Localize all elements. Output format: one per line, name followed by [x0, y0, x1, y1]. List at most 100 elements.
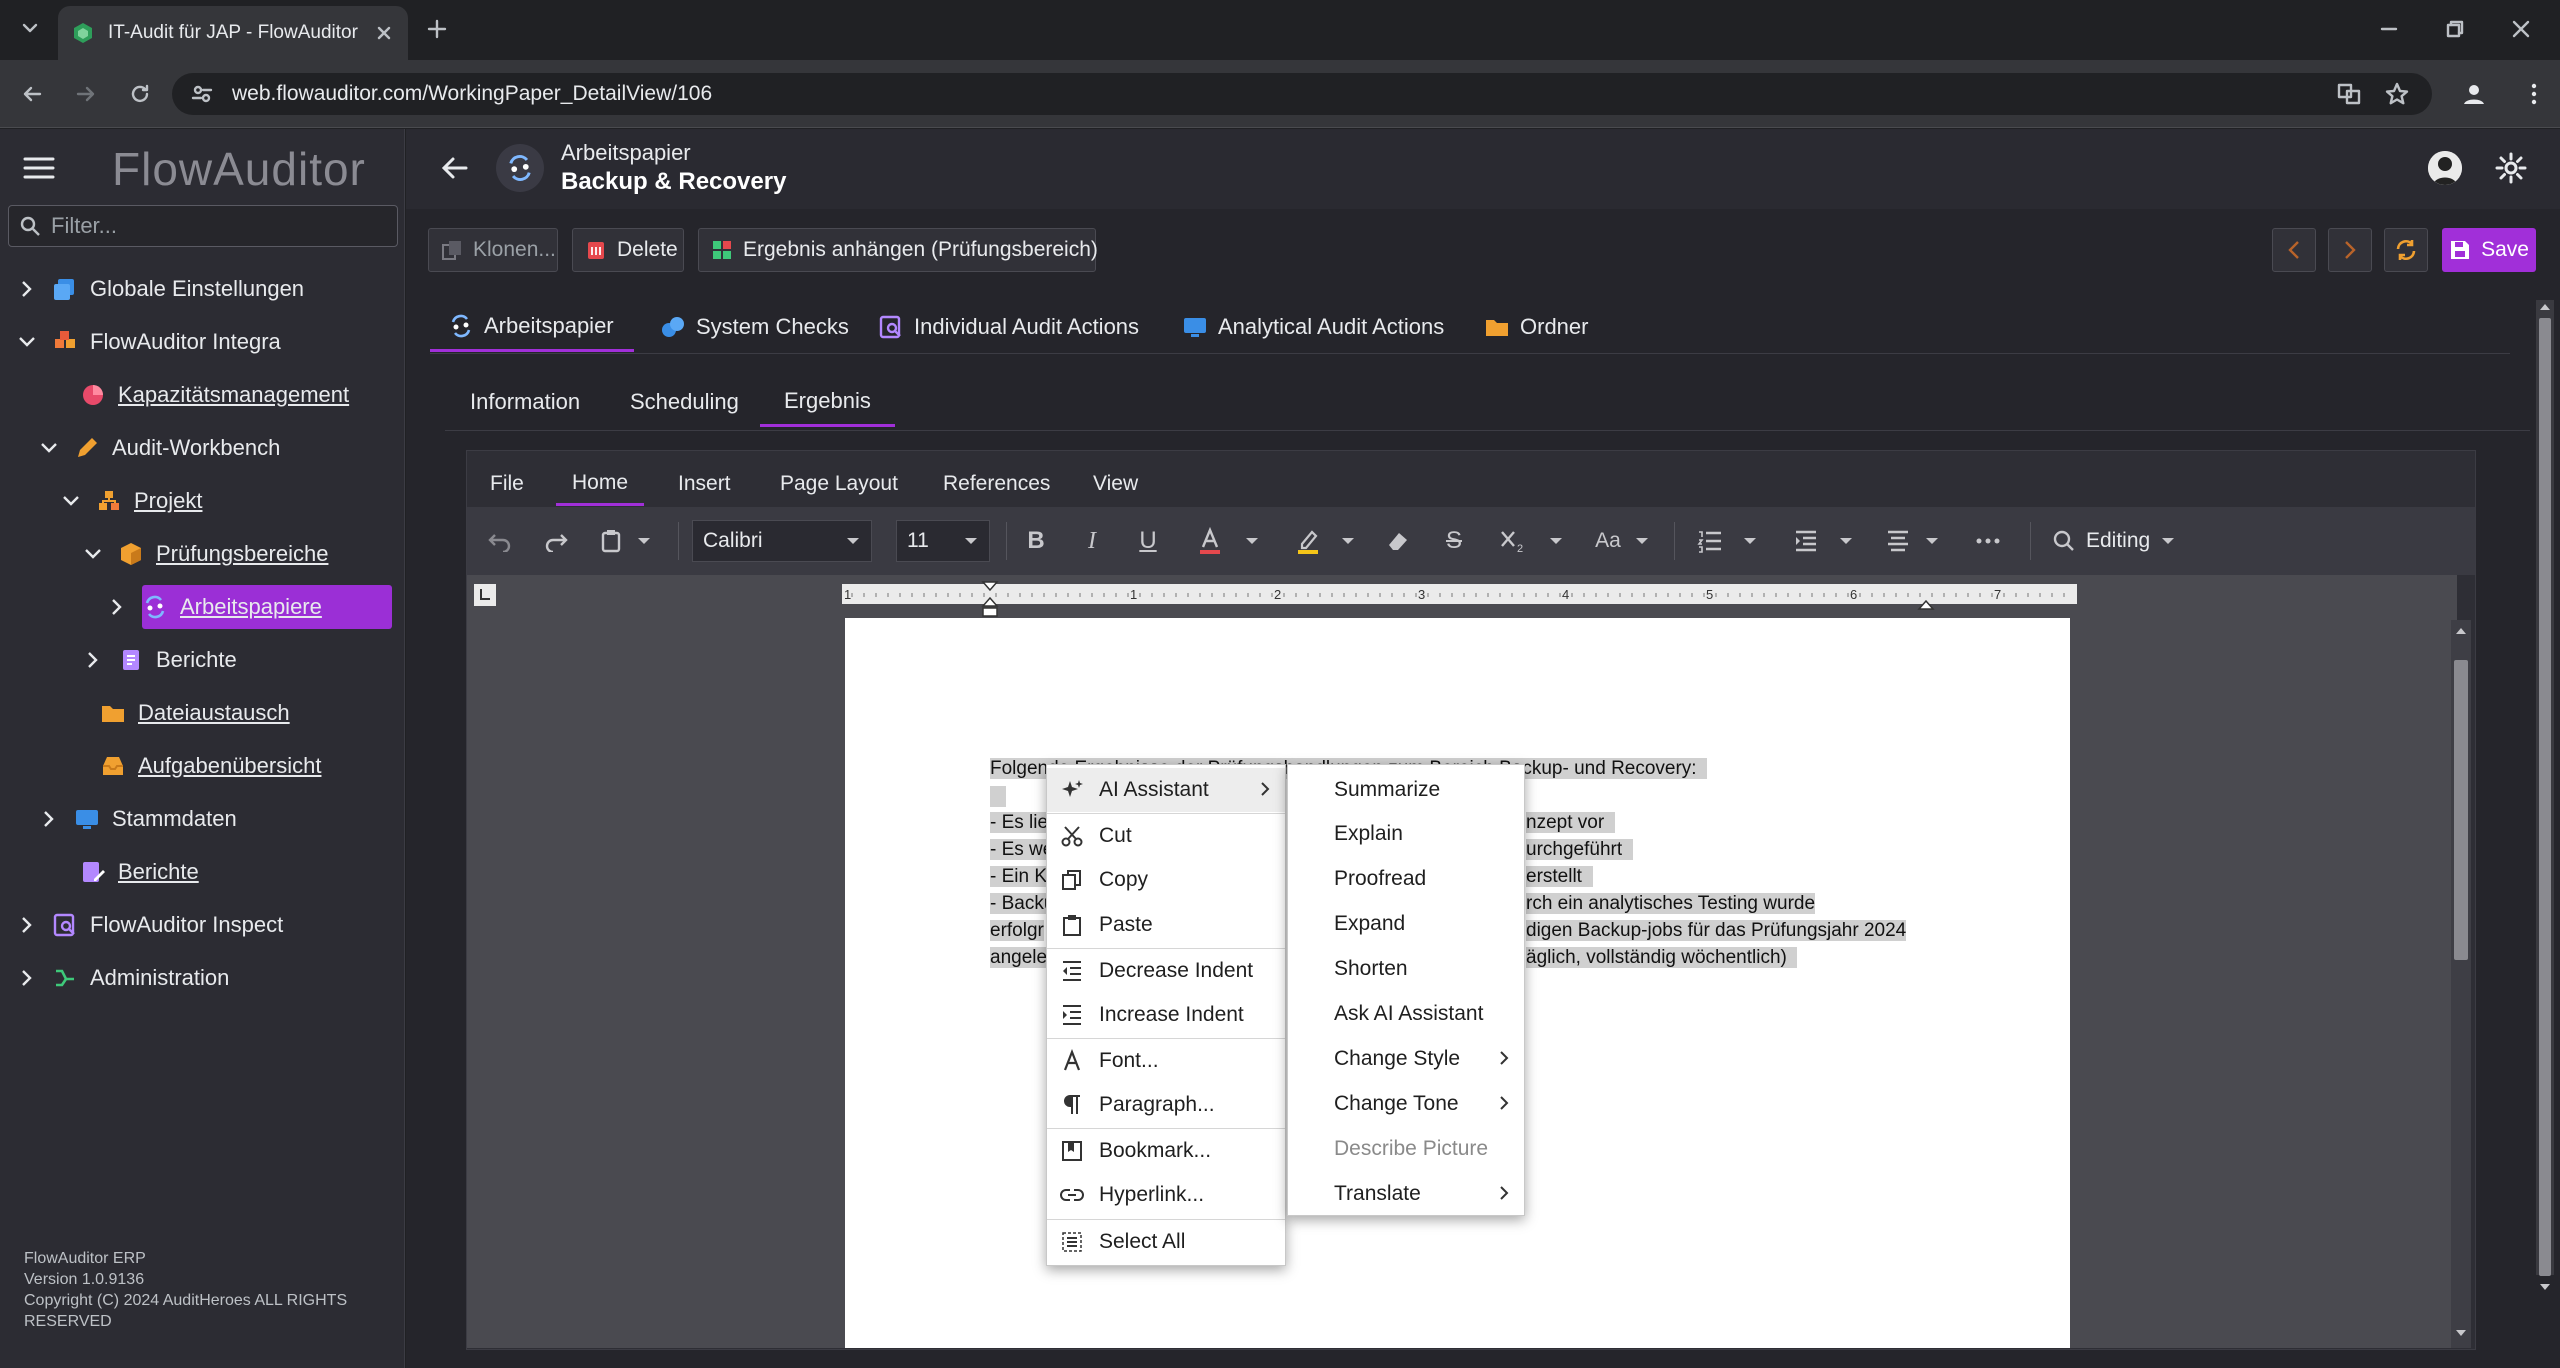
forward-icon[interactable] [72, 80, 100, 108]
profile-icon[interactable] [2460, 80, 2488, 108]
bookmark-star-icon[interactable] [2384, 81, 2410, 107]
ribbon-tab-references[interactable]: References [943, 462, 1050, 506]
highlight-icon[interactable] [1292, 525, 1324, 557]
doc-line[interactable]: - Es lie [990, 812, 1049, 834]
doc-line-tail[interactable]: urchgeführt [1526, 839, 1633, 861]
menu-item-expand[interactable]: Expand [1288, 902, 1524, 946]
subscript-icon[interactable]: 2 [1498, 525, 1530, 557]
back-arrow-icon[interactable] [440, 154, 470, 182]
doc-line[interactable]: erfolgr [990, 920, 1044, 942]
font-color-dropdown-icon[interactable] [1236, 525, 1268, 557]
font-family-select[interactable]: Calibri [692, 520, 872, 562]
sidebar-item-berichte[interactable]: Berichte [80, 638, 237, 682]
chevron-down-icon[interactable] [36, 440, 62, 456]
menu-item-change-tone[interactable]: Change Tone [1288, 1082, 1524, 1126]
menu-item-paragraph[interactable]: Paragraph... [1047, 1083, 1285, 1127]
new-tab-icon[interactable] [424, 16, 450, 42]
bold-icon[interactable]: B [1020, 525, 1052, 557]
font-size-select[interactable]: 11 [896, 520, 990, 562]
tab-arbeitspapier[interactable]: Arbeitspapier [430, 302, 634, 352]
menu-item-shorten[interactable]: Shorten [1288, 947, 1524, 991]
menu-item-bookmark[interactable]: Bookmark... [1047, 1128, 1285, 1172]
menu-item-summarize[interactable]: Summarize [1288, 768, 1524, 812]
doc-line-tail[interactable]: digen Backup-jobs für das Prüfungsjahr 2… [1526, 920, 1907, 942]
ribbon-tab-home[interactable]: Home [556, 462, 645, 506]
chevron-right-icon[interactable] [14, 915, 40, 935]
delete-button[interactable]: Delete [572, 228, 684, 272]
redo-icon[interactable] [540, 525, 572, 557]
tab-analytical-audit-actions[interactable]: Analytical Audit Actions [1182, 302, 1444, 352]
sidebar-item-flowauditor-inspect[interactable]: FlowAuditor Inspect [14, 903, 283, 947]
tab-ordner[interactable]: Ordner [1484, 302, 1588, 352]
doc-line-tail[interactable]: nzept vor [1526, 812, 1615, 834]
sidebar-item-projekt[interactable]: Projekt [58, 479, 202, 523]
refresh-button[interactable] [2384, 228, 2428, 272]
doc-line[interactable] [990, 786, 1006, 808]
list-dropdown-icon[interactable] [1734, 525, 1766, 557]
ribbon-tab-view[interactable]: View [1093, 462, 1138, 506]
sidebar-item-globale-einstellungen[interactable]: Globale Einstellungen [14, 267, 304, 311]
editor-scrollbar-thumb[interactable] [2454, 660, 2468, 960]
back-icon[interactable] [18, 80, 46, 108]
chevron-down-icon[interactable] [58, 493, 84, 509]
indent-icon[interactable] [1790, 525, 1822, 557]
underline-icon[interactable]: U [1132, 525, 1164, 557]
chevron-right-icon[interactable] [80, 650, 106, 670]
close-window-icon[interactable] [2508, 16, 2534, 42]
tab-scheduling[interactable]: Scheduling [630, 377, 739, 427]
page-scroll-down-icon[interactable] [2538, 1282, 2552, 1292]
page-scrollbar-thumb[interactable] [2539, 318, 2551, 1276]
doc-line-tail[interactable]: erstellt [1526, 866, 1593, 888]
attach-result-button[interactable]: Ergebnis anhängen (Prüfungsbereich) [698, 228, 1098, 272]
address-bar[interactable]: web.flowauditor.com/WorkingPaper_DetailV… [172, 73, 2432, 115]
scroll-up-icon[interactable] [2454, 626, 2468, 636]
filter-field[interactable] [8, 205, 398, 247]
doc-line[interactable]: - Es we [990, 839, 1054, 861]
browser-tab[interactable]: IT-Audit für JAP - FlowAuditor E [58, 6, 408, 60]
ribbon-tab-insert[interactable]: Insert [678, 462, 731, 506]
tab-search-icon[interactable] [16, 14, 44, 42]
avatar[interactable] [2428, 151, 2462, 185]
browser-menu-icon[interactable] [2520, 80, 2548, 108]
clipboard-dropdown-icon[interactable] [628, 525, 660, 557]
menu-item-select-all[interactable]: Select All [1047, 1219, 1285, 1263]
sidebar-item-arbeitspapiere[interactable]: Arbeitspapiere [104, 585, 322, 629]
chevron-right-icon[interactable] [36, 809, 62, 829]
restore-icon[interactable] [2442, 16, 2468, 42]
save-button[interactable]: Save [2442, 228, 2536, 272]
align-dropdown-icon[interactable] [1916, 525, 1948, 557]
clipboard-icon[interactable] [596, 525, 628, 557]
sidebar-item-flowauditor-integra[interactable]: FlowAuditor Integra [14, 320, 281, 364]
tab-stop-selector[interactable] [474, 584, 496, 606]
more-options-icon[interactable] [1972, 525, 2004, 557]
sidebar-item-dateiaustausch[interactable]: Dateiaustausch [100, 691, 290, 735]
clone-button[interactable]: Klonen... [428, 228, 558, 272]
editing-mode-select[interactable]: Editing [2052, 520, 2176, 562]
sidebar-item-audit-workbench[interactable]: Audit-Workbench [36, 426, 280, 470]
menu-item-paste[interactable]: Paste [1047, 903, 1285, 947]
doc-line-tail[interactable]: rch ein analytisches Testing wurde [1526, 893, 1816, 915]
filter-input[interactable] [51, 213, 381, 239]
menu-item-copy[interactable]: Copy [1047, 858, 1285, 902]
menu-item-decrease-indent[interactable]: Decrease Indent [1047, 948, 1285, 992]
menu-item-cut[interactable]: Cut [1047, 813, 1285, 857]
menu-item-translate[interactable]: Translate [1288, 1172, 1524, 1216]
sidebar-item-stammdaten[interactable]: Stammdaten [36, 797, 237, 841]
sidebar-item-berichte-2[interactable]: Berichte [80, 850, 199, 894]
chevron-down-icon[interactable] [14, 334, 40, 350]
menu-item-font[interactable]: Font... [1047, 1038, 1285, 1082]
previous-record-button[interactable] [2272, 228, 2316, 272]
chevron-right-icon[interactable] [14, 968, 40, 988]
italic-icon[interactable]: I [1076, 525, 1108, 557]
menu-item-ask-ai-assistant[interactable]: Ask AI Assistant [1288, 992, 1524, 1036]
doc-line[interactable]: - Backu [990, 893, 1055, 915]
align-center-icon[interactable] [1882, 525, 1914, 557]
menu-item-change-style[interactable]: Change Style [1288, 1037, 1524, 1081]
change-case-icon[interactable]: Aa [1592, 525, 1624, 557]
ruler[interactable]: 1 1 2 3 4 5 6 7 [842, 584, 2077, 604]
tab-information[interactable]: Information [470, 377, 580, 427]
strikethrough-icon[interactable]: S [1438, 525, 1470, 557]
numbered-list-icon[interactable] [1694, 525, 1726, 557]
scroll-down-icon[interactable] [2454, 1328, 2468, 1338]
sidebar-item-aufgabenuebersicht[interactable]: Aufgabenübersicht [100, 744, 321, 788]
